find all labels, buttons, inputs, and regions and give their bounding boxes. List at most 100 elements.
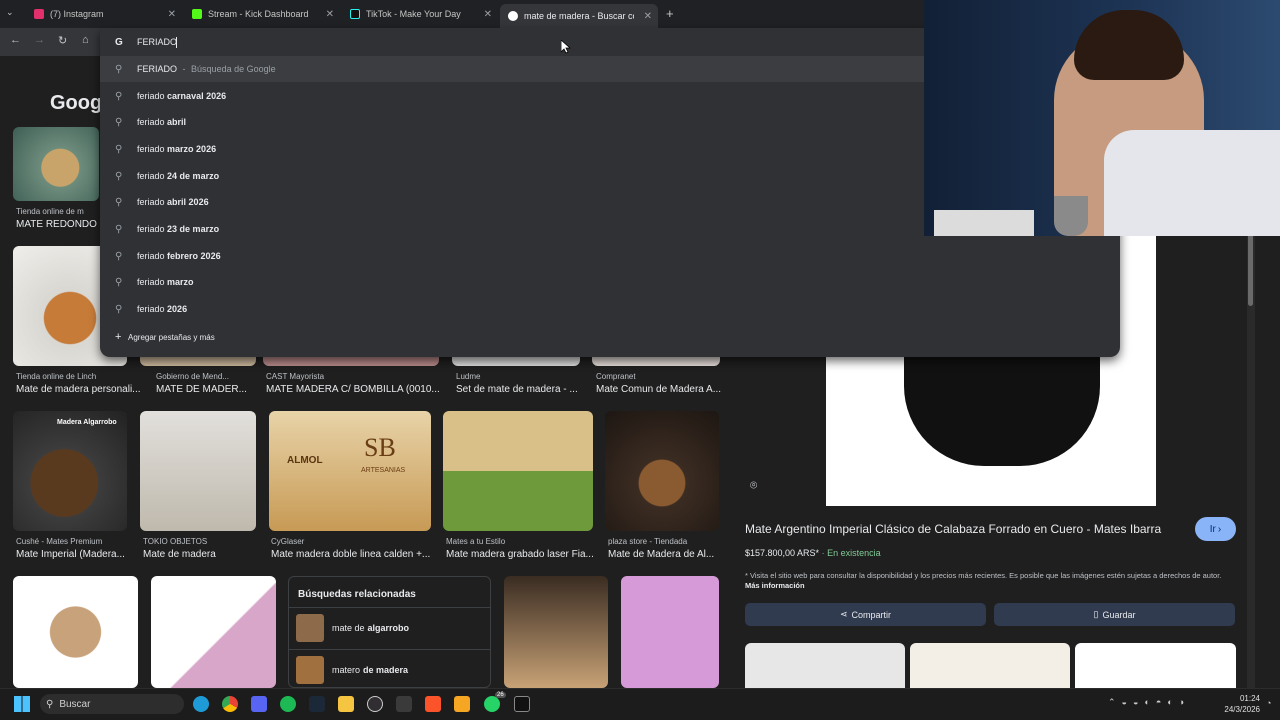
similar-image[interactable] [745, 643, 905, 688]
result-title[interactable]: Mate de Madera de Al... [608, 549, 714, 560]
tab-title: TikTok - Make Your Day [366, 9, 461, 19]
notifications-icon[interactable]: ◔ [1266, 698, 1271, 708]
suggestion-item[interactable]: ⚲ feriado 2026 [100, 296, 1120, 322]
suggestion-rest: 24 de marzo [167, 171, 220, 181]
address-input[interactable]: FERIADO [137, 37, 177, 47]
result-image[interactable] [605, 411, 719, 531]
spotify-icon[interactable] [280, 696, 296, 712]
suggestion-rest: 2026 [167, 304, 188, 314]
suggestion-item[interactable]: ⚲ feriado febrero 2026 [100, 243, 1120, 269]
result-image[interactable] [140, 411, 256, 531]
close-icon[interactable]: ✕ [168, 9, 176, 20]
start-button[interactable] [14, 696, 30, 712]
instagram-icon [34, 9, 44, 19]
webcam-shirt [1104, 130, 1280, 236]
result-title[interactable]: Mate Comun de Madera A... [596, 384, 721, 395]
brave-icon[interactable] [425, 696, 441, 712]
result-image[interactable] [151, 576, 276, 688]
result-image[interactable] [13, 127, 99, 201]
lens-icon[interactable]: ⌾ [750, 478, 757, 493]
edge-icon[interactable] [193, 696, 209, 712]
preview-title[interactable]: Mate Argentino Imperial Clásico de Calab… [745, 522, 1161, 536]
forward-icon[interactable]: → [34, 34, 45, 46]
result-image[interactable] [621, 576, 719, 688]
result-title[interactable]: MATE REDONDO [16, 219, 97, 230]
tab-kick[interactable]: Stream - Kick Dashboard ✕ [184, 4, 340, 24]
result-image[interactable] [13, 576, 138, 688]
result-image[interactable]: ALMOL SB ARTESANIAS [269, 411, 431, 531]
suggestion-rest: marzo [167, 277, 194, 287]
google-icon [508, 11, 518, 21]
suggestion-hint: Búsqueda de Google [191, 64, 276, 74]
back-icon[interactable]: ← [10, 34, 21, 46]
suggestion-rest: febrero 2026 [167, 251, 221, 261]
similar-image[interactable] [1075, 643, 1236, 688]
result-title[interactable]: MATE DE MADER... [156, 384, 247, 395]
suggestion-item[interactable]: ⚲ feriado marzo [100, 269, 1120, 295]
reload-icon[interactable]: ↻ [58, 34, 67, 47]
result-image[interactable]: Madera Algarrobo [13, 411, 127, 531]
result-title[interactable]: Mate de madera personali... [16, 384, 141, 395]
close-icon[interactable]: ✕ [644, 11, 652, 22]
result-title[interactable]: Mate de madera [143, 549, 216, 560]
home-icon[interactable]: ⌂ [82, 34, 89, 46]
clock-time[interactable]: 01:24 [1220, 694, 1260, 703]
tab-google-search[interactable]: mate de madera - Buscar con G ✕ [500, 4, 658, 28]
discord-icon[interactable] [251, 696, 267, 712]
text-cursor [176, 37, 177, 48]
result-image[interactable] [504, 576, 608, 688]
result-title[interactable]: Mate madera doble linea calden +... [271, 549, 430, 560]
disclaimer: * Visita el sitio web para consultar la … [745, 571, 1235, 591]
obs-icon[interactable] [367, 696, 383, 712]
chevron-right-icon: › [1217, 523, 1222, 535]
similar-image[interactable] [910, 643, 1070, 688]
tab-instagram[interactable]: (7) Instagram ✕ [26, 4, 182, 24]
go-button[interactable]: Ir › [1195, 517, 1236, 541]
suggestion-rest: carnaval 2026 [167, 91, 227, 101]
tray-icons[interactable]: ⌃◒◒◐◓◐◑ [1108, 697, 1190, 708]
epic-games-icon[interactable] [514, 696, 530, 712]
more-info-link[interactable]: Más información [745, 581, 805, 590]
whatsapp-icon[interactable] [484, 696, 500, 712]
search-icon: ⚲ [115, 223, 123, 235]
search-icon: ⚲ [115, 143, 123, 155]
suggestion-text: feriado 24 de marzo [137, 171, 219, 181]
related-item[interactable]: mate de algarrobo [289, 607, 490, 647]
bookmark-icon: ▯ [1093, 609, 1099, 619]
clock-date[interactable]: 24/3/2026 [1220, 705, 1260, 714]
result-title[interactable]: Set de mate de madera - ... [456, 384, 578, 395]
steam-icon[interactable] [309, 696, 325, 712]
chrome-icon[interactable] [222, 696, 238, 712]
close-icon[interactable]: ✕ [326, 9, 334, 20]
result-source: Cushé - Mates Premium [16, 537, 103, 546]
suggestion-prefix: feriado [137, 171, 165, 181]
taskbar-search[interactable]: ⚲ Buscar [40, 694, 184, 714]
suggestion-prefix: feriado [137, 91, 165, 101]
save-button[interactable]: ▯ Guardar [994, 603, 1235, 626]
tab-list-button[interactable]: ⌄ [6, 7, 20, 21]
suggestion-rest: 23 de marzo [167, 224, 220, 234]
result-title[interactable]: MATE MADERA C/ BOMBILLA (0010... [266, 384, 440, 395]
app-icon[interactable] [396, 696, 412, 712]
disclaimer-text: * Visita el sitio web para consultar la … [745, 571, 1222, 580]
suggestion-rest: marzo 2026 [167, 144, 217, 154]
result-title[interactable]: Mate Imperial (Madera... [16, 549, 125, 560]
suggestion-text: feriado 2026 [137, 304, 187, 314]
suggestion-prefix: feriado [137, 197, 165, 207]
search-icon: ⚲ [115, 90, 123, 102]
separator: · [821, 548, 825, 558]
add-tabs-row[interactable]: + Agregar pestañas y más [100, 324, 1120, 350]
new-tab-button[interactable]: + [666, 6, 674, 21]
tab-tiktok[interactable]: TikTok - Make Your Day ✕ [342, 4, 498, 24]
suggestion-prefix: feriado [137, 144, 165, 154]
result-image[interactable] [443, 411, 593, 531]
suggestion-text: FERIADO - Búsqueda de Google [137, 64, 276, 74]
share-button[interactable]: ⋖ Compartir [745, 603, 986, 626]
suggestion-text: feriado marzo 2026 [137, 144, 216, 154]
mate-cup [904, 356, 1100, 466]
related-item[interactable]: matero de madera [289, 649, 490, 687]
close-icon[interactable]: ✕ [484, 9, 492, 20]
file-explorer-icon[interactable] [338, 696, 354, 712]
result-title[interactable]: Mate madera grabado laser Fia... [446, 549, 594, 560]
app-icon[interactable] [454, 696, 470, 712]
